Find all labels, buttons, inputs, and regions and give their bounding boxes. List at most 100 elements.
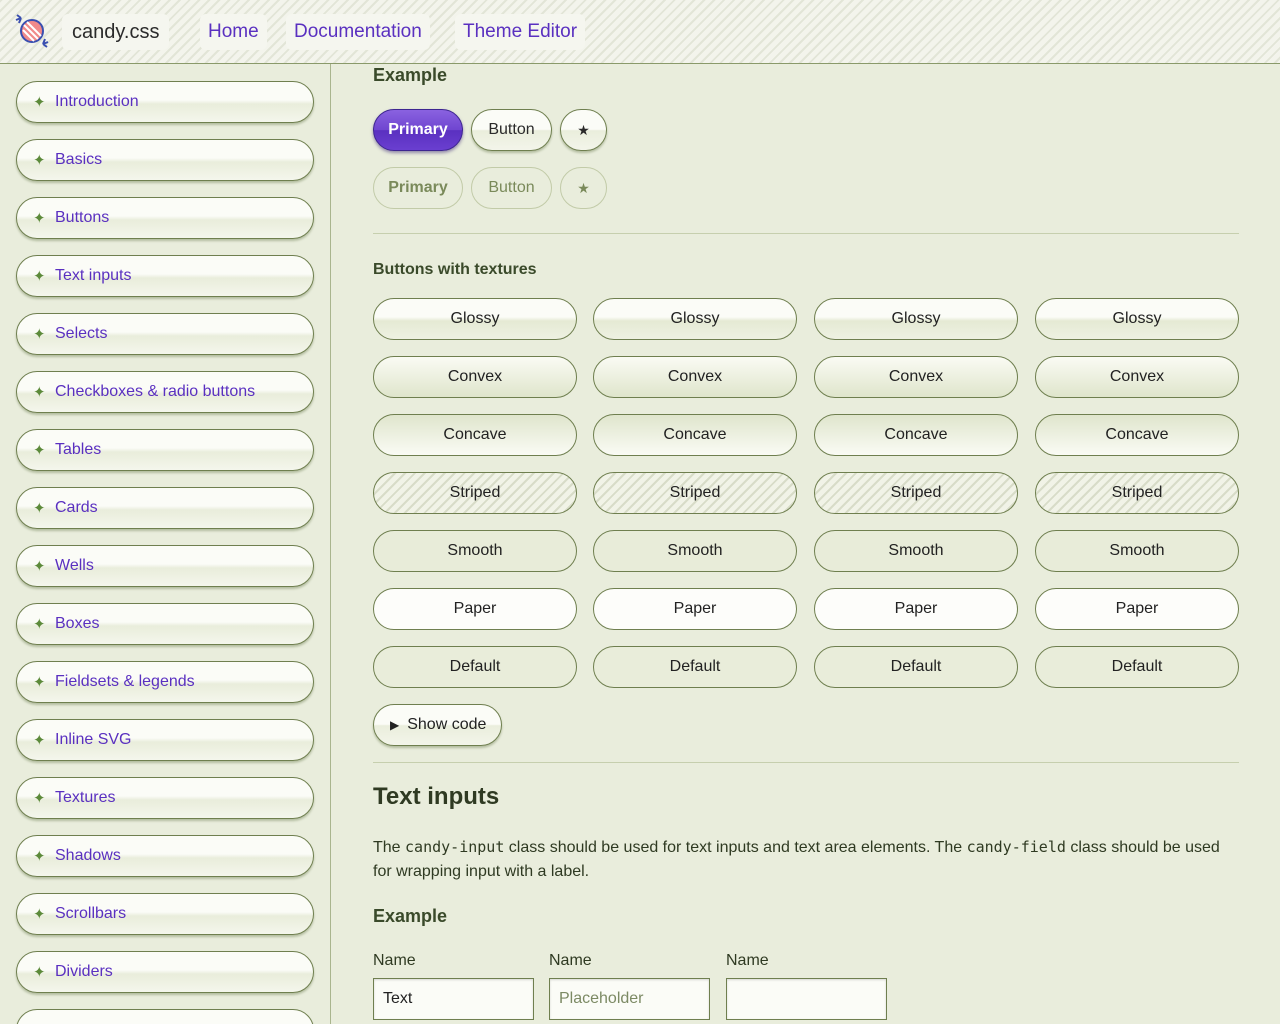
sparkle-icon: ✦ (33, 442, 46, 459)
glossy-texture-button[interactable]: Glossy (814, 298, 1018, 340)
sparkle-icon: ✦ (33, 906, 46, 923)
sidebar-item-buttons[interactable]: ✦ Buttons (16, 197, 314, 239)
name-input-placeholder[interactable]: Placeholder (549, 978, 710, 1020)
sidebar-item-label: Dividers (55, 963, 113, 980)
sidebar-item-boxes[interactable]: ✦ Boxes (16, 603, 314, 645)
divider (373, 233, 1239, 234)
para-text: The (373, 839, 406, 856)
sidebar-item-label: Fieldsets & legends (55, 673, 195, 690)
sidebar-item-checkboxes[interactable]: ✦ Checkboxes & radio buttons (16, 371, 314, 413)
candy-logo-icon[interactable] (15, 14, 49, 48)
concave-texture-button[interactable]: Concave (814, 414, 1018, 456)
show-code-label: Show code (407, 716, 487, 733)
field-label: Name (726, 952, 769, 969)
sparkle-icon: ✦ (33, 268, 46, 285)
sparkle-icon: ✦ (33, 790, 46, 807)
sidebar-item-introduction[interactable]: ✦ Introduction (16, 81, 314, 123)
nav-theme-editor[interactable]: Theme Editor (455, 14, 586, 50)
divider (373, 762, 1239, 763)
sparkle-icon: ✦ (33, 674, 46, 691)
sparkle-icon: ✦ (33, 500, 46, 517)
code-candy-input: candy-input (405, 838, 505, 856)
sidebar-item-fieldsets[interactable]: ✦ Fieldsets & legends (16, 661, 314, 703)
glossy-texture-button[interactable]: Glossy (373, 298, 577, 340)
convex-texture-button[interactable]: Convex (373, 356, 577, 398)
section-title-text-inputs: Text inputs (373, 783, 500, 810)
sparkle-icon: ✦ (33, 616, 46, 633)
default-texture-button[interactable]: Default (373, 646, 577, 688)
disabled-star-button: ★ (560, 167, 607, 209)
example-heading: Example (373, 65, 448, 85)
sidebar-item-label: Scrollbars (55, 905, 127, 922)
sidebar-item-label: Textures (55, 789, 116, 806)
paper-texture-button[interactable]: Paper (1035, 588, 1239, 630)
sparkle-icon: ✦ (33, 964, 46, 981)
paper-texture-button[interactable]: Paper (373, 588, 577, 630)
sidebar-item-label: Buttons (55, 209, 110, 226)
sidebar-item-wells[interactable]: ✦ Wells (16, 545, 314, 587)
concave-texture-button[interactable]: Concave (1035, 414, 1239, 456)
star-button[interactable]: ★ (560, 109, 607, 151)
show-code-button[interactable]: ▶ Show code (373, 704, 502, 746)
sidebar-item-label: Wells (55, 557, 94, 574)
sidebar-item-next[interactable] (16, 1009, 314, 1024)
glossy-texture-button[interactable]: Glossy (593, 298, 797, 340)
sparkle-icon: ✦ (33, 732, 46, 749)
sidebar-item-inline-svg[interactable]: ✦ Inline SVG (16, 719, 314, 761)
smooth-texture-button[interactable]: Smooth (814, 530, 1018, 572)
striped-texture-button[interactable]: Striped (1035, 472, 1239, 514)
sidebar-item-selects[interactable]: ✦ Selects (16, 313, 314, 355)
default-texture-button[interactable]: Default (593, 646, 797, 688)
concave-texture-button[interactable]: Concave (373, 414, 577, 456)
striped-texture-button[interactable]: Striped (593, 472, 797, 514)
sidebar-item-label: Shadows (55, 847, 121, 864)
example-heading: Example (373, 906, 448, 926)
input-placeholder: Placeholder (559, 990, 644, 1007)
sidebar-item-label: Tables (55, 441, 102, 458)
sidebar-item-label: Introduction (55, 93, 139, 110)
sidebar-item-basics[interactable]: ✦ Basics (16, 139, 314, 181)
sidebar-item-cards[interactable]: ✦ Cards (16, 487, 314, 529)
striped-texture-button[interactable]: Striped (814, 472, 1018, 514)
textures-heading: Buttons with textures (373, 261, 537, 278)
convex-texture-button[interactable]: Convex (814, 356, 1018, 398)
nav-documentation[interactable]: Documentation (286, 14, 430, 50)
sidebar-item-dividers[interactable]: ✦ Dividers (16, 951, 314, 993)
sidebar-item-scrollbars[interactable]: ✦ Scrollbars (16, 893, 314, 935)
sidebar-item-label: Basics (55, 151, 103, 168)
primary-button[interactable]: Primary (373, 109, 463, 151)
paper-texture-button[interactable]: Paper (814, 588, 1018, 630)
brand-link[interactable]: candy.css (62, 14, 170, 50)
smooth-texture-button[interactable]: Smooth (593, 530, 797, 572)
glossy-texture-button[interactable]: Glossy (1035, 298, 1239, 340)
triangle-right-icon: ▶ (390, 718, 400, 732)
name-input-text[interactable]: Text (373, 978, 534, 1020)
name-input-empty[interactable] (726, 978, 887, 1020)
code-candy-field: candy-field (966, 838, 1066, 856)
concave-texture-button[interactable]: Concave (593, 414, 797, 456)
sidebar-item-label: Text inputs (55, 267, 132, 284)
striped-texture-button[interactable]: Striped (373, 472, 577, 514)
default-texture-button[interactable]: Default (814, 646, 1018, 688)
sparkle-icon: ✦ (33, 848, 46, 865)
paper-texture-button[interactable]: Paper (593, 588, 797, 630)
sidebar[interactable]: ✦ Introduction ✦ Basics ✦ Buttons ✦ Text inp… (0, 64, 331, 1024)
smooth-texture-button[interactable]: Smooth (1035, 530, 1239, 572)
sidebar-item-textures[interactable]: ✦ Textures (16, 777, 314, 819)
sidebar-item-label: Inline SVG (55, 731, 132, 748)
sidebar-item-label: Selects (55, 325, 108, 342)
convex-texture-button[interactable]: Convex (593, 356, 797, 398)
sidebar-item-shadows[interactable]: ✦ Shadows (16, 835, 314, 877)
convex-texture-button[interactable]: Convex (1035, 356, 1239, 398)
text-inputs-description: The candy-input class should be used for… (373, 835, 1239, 884)
sidebar-item-tables[interactable]: ✦ Tables (16, 429, 314, 471)
default-texture-button[interactable]: Default (1035, 646, 1239, 688)
sparkle-icon: ✦ (33, 558, 46, 575)
smooth-texture-button[interactable]: Smooth (373, 530, 577, 572)
default-button[interactable]: Button (471, 109, 552, 151)
disabled-default-button: Button (471, 167, 552, 209)
sidebar-item-label: Cards (55, 499, 98, 516)
sidebar-item-label: Boxes (55, 615, 100, 632)
nav-home[interactable]: Home (200, 14, 267, 50)
sidebar-item-text-inputs[interactable]: ✦ Text inputs (16, 255, 314, 297)
